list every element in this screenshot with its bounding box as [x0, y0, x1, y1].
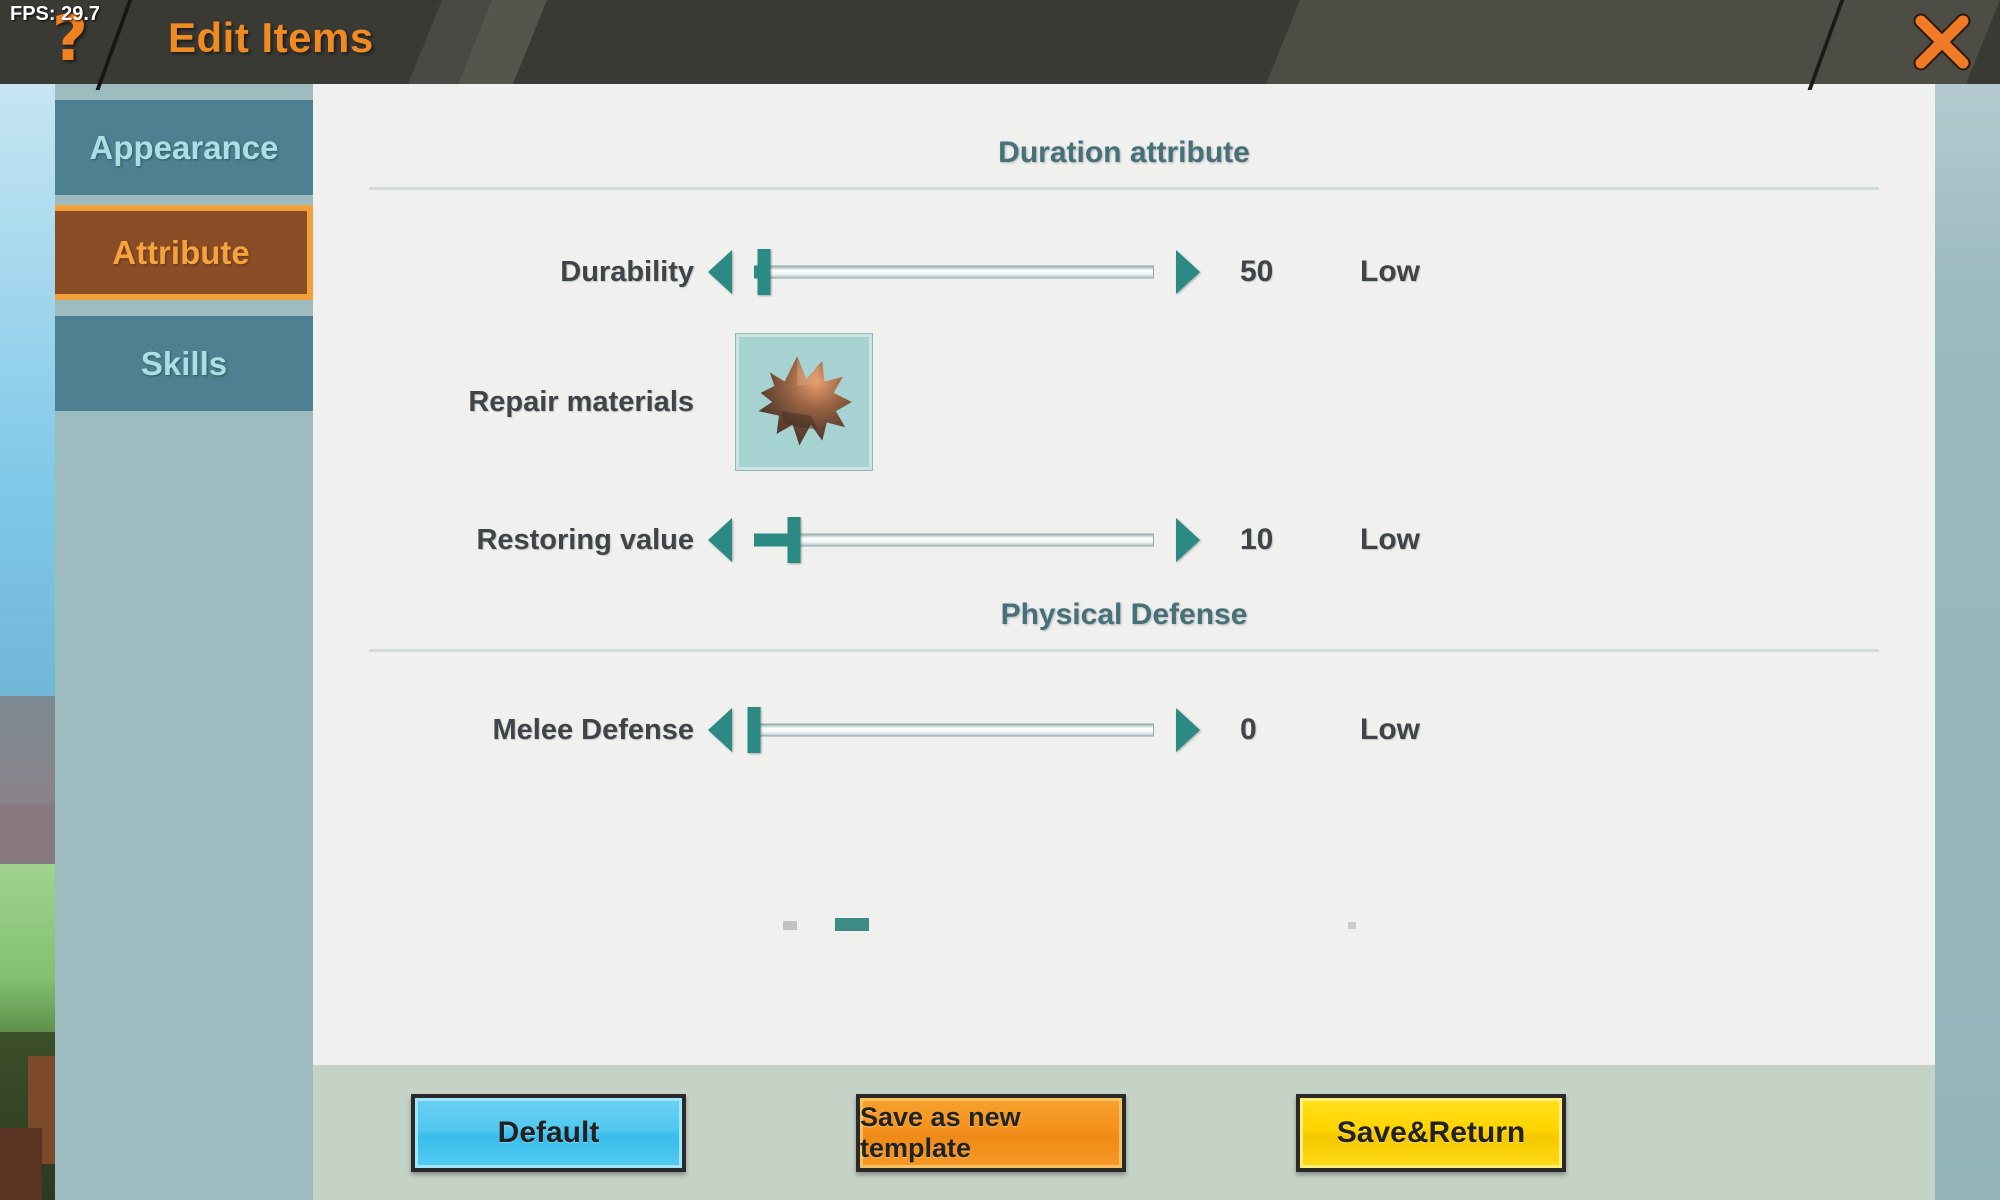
- clipped-row-mark-right: [1348, 922, 1356, 929]
- titlebar-divider-left: [95, 0, 135, 90]
- durability-rating: Low: [1360, 255, 1420, 288]
- close-icon[interactable]: [1906, 6, 1978, 78]
- melee-defense-slider-track[interactable]: [754, 723, 1154, 737]
- melee-defense-decrease-arrow-icon[interactable]: [708, 708, 732, 752]
- section-header-duration: Duration attribute: [998, 136, 1250, 169]
- attribute-content-panel: Duration attribute Durability 50 Low Rep…: [313, 84, 1935, 1065]
- restoring-value-rating: Low: [1360, 523, 1420, 556]
- restoring-value-slider-handle[interactable]: [787, 517, 801, 563]
- page-title: Edit Items: [168, 14, 374, 61]
- titlebar-diagonal-right: [1266, 0, 2000, 84]
- restoring-value-slider[interactable]: [754, 517, 1154, 563]
- attribute-row-durability: Durability 50 Low: [313, 236, 1935, 308]
- sidebar: Appearance Attribute Skills: [55, 84, 313, 1200]
- section-header-physical-defense: Physical Defense: [1000, 598, 1248, 631]
- restoring-value-label: Restoring value: [476, 523, 694, 556]
- save-and-return-button[interactable]: Save&Return: [1296, 1093, 1566, 1172]
- clipped-row-mark-left: [783, 921, 797, 930]
- attribute-row-repair-materials: Repair materials: [313, 332, 1935, 472]
- animal-hide-icon: [758, 356, 852, 446]
- sidebar-tab-skills[interactable]: Skills: [55, 316, 313, 411]
- sidebar-tab-attribute[interactable]: Attribute: [55, 205, 313, 300]
- sidebar-tab-appearance[interactable]: Appearance: [55, 100, 313, 195]
- repair-materials-label: Repair materials: [468, 385, 694, 418]
- durability-decrease-arrow-icon[interactable]: [708, 250, 732, 294]
- melee-defense-increase-arrow-icon[interactable]: [1176, 708, 1200, 752]
- durability-slider-handle[interactable]: [757, 249, 771, 295]
- attribute-row-melee-defense: Melee Defense 0 Low: [313, 694, 1935, 766]
- restoring-value-increase-arrow-icon[interactable]: [1176, 518, 1200, 562]
- background-dirt-ground: [0, 1128, 42, 1200]
- sidebar-tab-attribute-label: Attribute: [112, 233, 250, 271]
- repair-material-slot[interactable]: [736, 334, 872, 470]
- melee-defense-slider[interactable]: [747, 707, 1154, 753]
- save-as-new-template-button[interactable]: Save as new template: [856, 1093, 1126, 1172]
- durability-slider-track[interactable]: [754, 265, 1154, 279]
- melee-defense-rating: Low: [1360, 713, 1420, 746]
- title-bar: FPS: 29.7 ? Edit Items: [0, 0, 2000, 90]
- sidebar-tab-skills-label: Skills: [140, 344, 228, 382]
- attribute-row-restoring-value: Restoring value 10 Low: [313, 504, 1935, 576]
- durability-label: Durability: [560, 255, 694, 288]
- section-divider-physical-defense: [369, 649, 1879, 652]
- clipped-row-slider-handle: [835, 918, 869, 931]
- sidebar-tab-appearance-label: Appearance: [89, 128, 279, 166]
- footer-action-bar: Default Save as new template Save&Return: [313, 1065, 1935, 1200]
- durability-increase-arrow-icon[interactable]: [1176, 250, 1200, 294]
- melee-defense-label: Melee Defense: [492, 713, 695, 746]
- melee-defense-slider-handle[interactable]: [747, 707, 761, 753]
- melee-defense-value: 0: [1240, 713, 1257, 746]
- fps-counter: FPS: 29.7: [10, 3, 101, 25]
- restoring-value-decrease-arrow-icon[interactable]: [708, 518, 732, 562]
- durability-value: 50: [1240, 255, 1274, 288]
- restoring-value-slider-track[interactable]: [754, 533, 1154, 547]
- section-divider-duration: [369, 187, 1879, 190]
- restoring-value-value: 10: [1240, 523, 1274, 556]
- default-button[interactable]: Default: [411, 1093, 686, 1172]
- durability-slider[interactable]: [754, 249, 1154, 295]
